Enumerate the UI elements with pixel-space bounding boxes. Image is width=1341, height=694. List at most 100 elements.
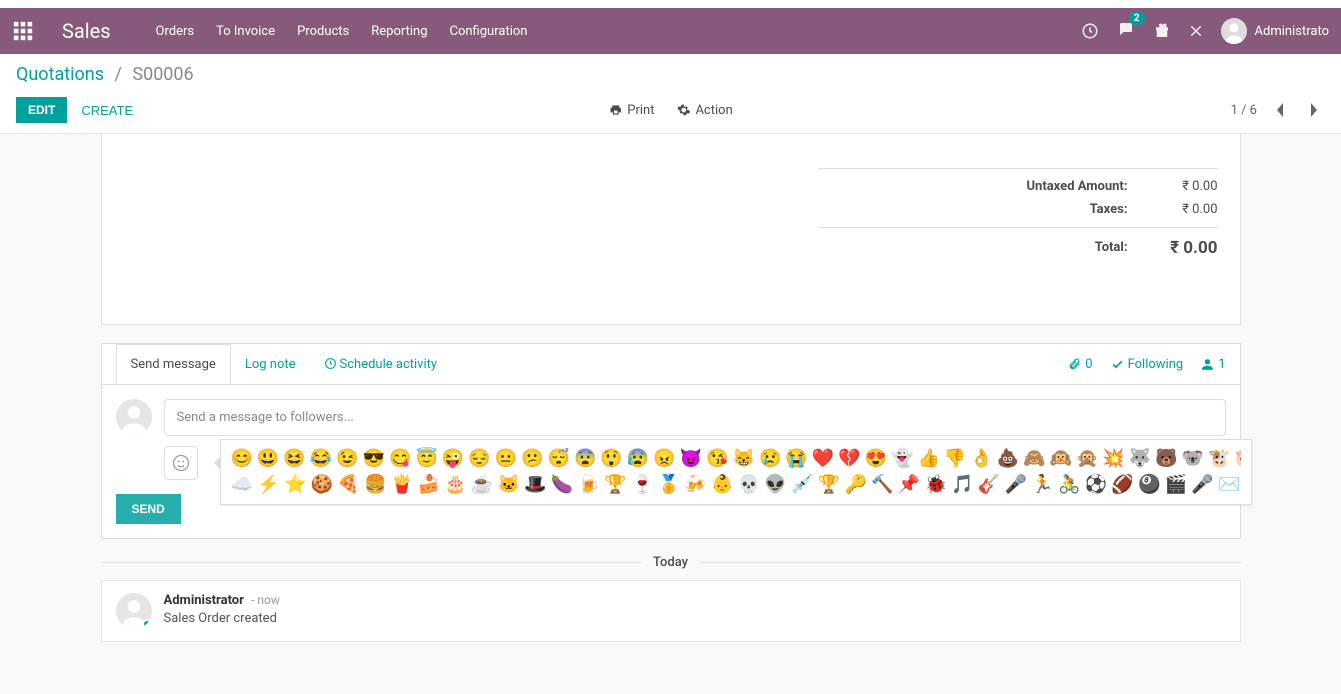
- emoji[interactable]: 👻: [891, 446, 913, 472]
- pager[interactable]: 1 / 6: [1231, 103, 1257, 118]
- emoji[interactable]: 🔑: [844, 472, 867, 498]
- emoji[interactable]: 🐮: [1208, 446, 1230, 472]
- composer-input[interactable]: Send a message to followers...: [164, 399, 1226, 436]
- emoji[interactable]: 🎬: [1165, 472, 1188, 498]
- emoji[interactable]: 😐: [495, 446, 517, 472]
- emoji[interactable]: 😔: [468, 446, 490, 472]
- emoji[interactable]: 🎱: [1138, 472, 1161, 498]
- emoji[interactable]: 👽: [764, 472, 787, 498]
- print-button[interactable]: Print: [608, 103, 654, 118]
- emoji[interactable]: 🙈: [1023, 446, 1045, 472]
- gift-icon[interactable]: [1153, 22, 1171, 40]
- emoji[interactable]: ☕: [471, 472, 494, 498]
- emoji[interactable]: 🍕: [337, 472, 360, 498]
- emoji[interactable]: 🎂: [444, 472, 467, 498]
- tab-send-message[interactable]: Send message: [116, 344, 231, 385]
- emoji[interactable]: 🙊: [1076, 446, 1098, 472]
- emoji[interactable]: ⚽: [1085, 472, 1108, 498]
- emoji[interactable]: 🏆: [818, 472, 841, 498]
- emoji[interactable]: 😭: [785, 446, 807, 472]
- emoji[interactable]: 🎩: [524, 472, 547, 498]
- emoji[interactable]: 😘: [706, 446, 728, 472]
- emoji[interactable]: 😂: [310, 446, 332, 472]
- emoji[interactable]: 👎: [944, 446, 966, 472]
- emoji[interactable]: 🍷: [631, 472, 654, 498]
- emoji[interactable]: 🎸: [978, 472, 1001, 498]
- emoji[interactable]: 😴: [548, 446, 570, 472]
- brand-title[interactable]: Sales: [62, 19, 111, 43]
- emoji[interactable]: 🐞: [924, 472, 947, 498]
- nav-products[interactable]: Products: [297, 24, 349, 39]
- emoji[interactable]: 😠: [653, 446, 675, 472]
- send-button[interactable]: SEND: [116, 494, 181, 524]
- emoji[interactable]: 🏆: [604, 472, 627, 498]
- emoji[interactable]: 💀: [738, 472, 761, 498]
- emoji[interactable]: 🍪: [311, 472, 334, 498]
- emoji[interactable]: ✉️: [1218, 472, 1241, 498]
- emoji[interactable]: 🏃: [1031, 472, 1054, 498]
- tab-log-note[interactable]: Log note: [231, 345, 310, 384]
- emoji[interactable]: 💔: [838, 446, 860, 472]
- emoji[interactable]: 😉: [336, 446, 358, 472]
- emoji[interactable]: 🙉: [1050, 446, 1072, 472]
- emoji[interactable]: 🍰: [417, 472, 440, 498]
- pager-next[interactable]: [1303, 99, 1325, 121]
- emoji[interactable]: 😋: [389, 446, 411, 472]
- emoji[interactable]: 😨: [574, 446, 596, 472]
- emoji[interactable]: 😎: [363, 446, 385, 472]
- emoji[interactable]: 🎤: [1004, 472, 1027, 498]
- emoji[interactable]: 🐷: [1235, 446, 1241, 472]
- emoji[interactable]: 😕: [521, 446, 543, 472]
- nav-orders[interactable]: Orders: [156, 24, 195, 39]
- emoji[interactable]: 💥: [1102, 446, 1124, 472]
- emoji-picker-button[interactable]: [164, 446, 198, 480]
- emoji[interactable]: 🐺: [1129, 446, 1151, 472]
- emoji[interactable]: 😆: [283, 446, 305, 472]
- discuss-icon[interactable]: 2: [1117, 20, 1135, 42]
- emoji[interactable]: 😲: [600, 446, 622, 472]
- emoji[interactable]: 😊: [231, 446, 253, 472]
- emoji[interactable]: 😰: [627, 446, 649, 472]
- emoji[interactable]: 💩: [997, 446, 1019, 472]
- emoji[interactable]: 😍: [865, 446, 887, 472]
- tab-schedule-activity[interactable]: Schedule activity: [310, 345, 452, 384]
- emoji[interactable]: 🐻: [1155, 446, 1177, 472]
- emoji[interactable]: 🐨: [1182, 446, 1204, 472]
- create-button[interactable]: CREATE: [81, 103, 133, 118]
- emoji[interactable]: 🎤: [1191, 472, 1214, 498]
- emoji[interactable]: ⭐: [284, 472, 307, 498]
- emoji[interactable]: 🐱: [497, 472, 520, 498]
- nav-reporting[interactable]: Reporting: [371, 24, 427, 39]
- emoji[interactable]: 🏅: [658, 472, 681, 498]
- apps-icon[interactable]: [12, 20, 34, 42]
- emoji[interactable]: 🎵: [951, 472, 974, 498]
- emoji[interactable]: 😇: [415, 446, 437, 472]
- nav-to-invoice[interactable]: To Invoice: [216, 24, 275, 39]
- clock-icon[interactable]: [1081, 22, 1099, 40]
- emoji[interactable]: ⚡: [257, 472, 280, 498]
- action-button[interactable]: Action: [676, 103, 732, 118]
- emoji[interactable]: 😜: [442, 446, 464, 472]
- user-menu[interactable]: Administrato: [1221, 18, 1329, 44]
- emoji[interactable]: 🍺: [577, 472, 600, 498]
- close-icon[interactable]: [1189, 24, 1203, 38]
- followers-button[interactable]: 1: [1201, 357, 1225, 372]
- emoji[interactable]: 📌: [898, 472, 921, 498]
- nav-configuration[interactable]: Configuration: [450, 24, 528, 39]
- emoji[interactable]: 😸: [733, 446, 755, 472]
- emoji[interactable]: 🏈: [1111, 472, 1134, 498]
- following-button[interactable]: Following: [1111, 357, 1184, 372]
- emoji[interactable]: 💉: [791, 472, 814, 498]
- emoji[interactable]: 🍔: [364, 472, 387, 498]
- breadcrumb-root[interactable]: Quotations: [16, 64, 104, 85]
- edit-button[interactable]: EDIT: [16, 97, 67, 123]
- emoji[interactable]: 🍟: [391, 472, 414, 498]
- message-author[interactable]: Administrator: [164, 593, 244, 608]
- emoji[interactable]: ❤️: [812, 446, 834, 472]
- emoji[interactable]: 🍻: [684, 472, 707, 498]
- attachments-button[interactable]: 0: [1068, 357, 1092, 372]
- pager-prev[interactable]: [1269, 99, 1291, 121]
- emoji[interactable]: 😃: [257, 446, 279, 472]
- emoji[interactable]: 🍆: [551, 472, 574, 498]
- emoji[interactable]: 😈: [680, 446, 702, 472]
